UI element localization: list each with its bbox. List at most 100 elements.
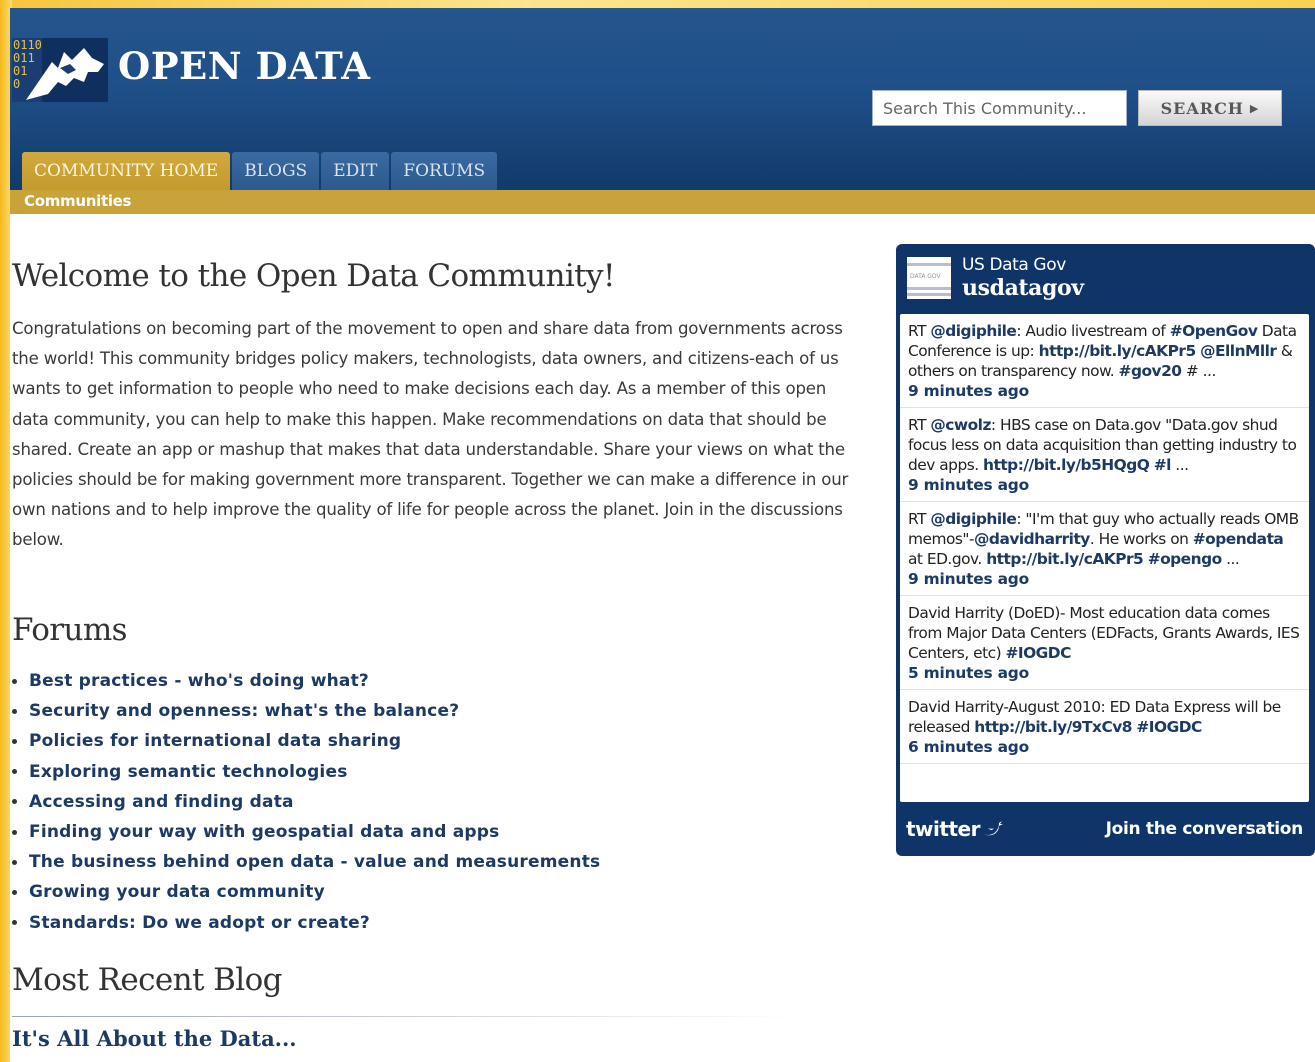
tweet-item: RT @digiphile: "I'm that guy who actuall… <box>900 502 1309 596</box>
forum-link[interactable]: Exploring semantic technologies <box>29 762 348 782</box>
forum-list-item: Best practices - who's doing what? <box>12 666 600 696</box>
tweet-text: RT <box>908 510 931 528</box>
forum-link[interactable]: Finding your way with geospatial data an… <box>29 822 499 842</box>
tweet-link[interactable]: @digiphile <box>930 322 1016 340</box>
tweet-timestamp[interactable]: 6 minutes ago <box>908 737 1301 757</box>
bullet-icon <box>12 829 17 835</box>
tweet-text: . He works on <box>1089 530 1193 548</box>
tweet-link[interactable]: @cwolz <box>930 416 991 434</box>
blog-post-link[interactable]: It's All About the Data... <box>12 1026 297 1051</box>
twitter-widget-header: DATA.GOV US Data Gov usdatagov <box>896 244 1315 312</box>
forum-list: Best practices - who's doing what? Secur… <box>12 666 600 938</box>
usdatagov-avatar[interactable]: DATA.GOV <box>907 257 951 299</box>
join-conversation-link[interactable]: Join the conversation <box>1106 819 1304 839</box>
twitter-handle[interactable]: usdatagov <box>962 275 1084 301</box>
bullet-icon <box>12 859 17 865</box>
tweet-text: at ED.gov. <box>908 550 987 568</box>
tweet-link[interactable]: #opengo <box>1148 550 1222 568</box>
bullet-icon <box>12 708 17 714</box>
forum-list-item: Standards: Do we adopt or create? <box>12 908 600 938</box>
forum-list-item: Accessing and finding data <box>12 787 600 817</box>
tweet-text: RT <box>908 416 931 434</box>
tab-blogs[interactable]: BLOGS <box>232 152 320 190</box>
tweet-item: RT @digiphile: Audio livestream of #Open… <box>900 314 1309 408</box>
welcome-title: Welcome to the Open Data Community! <box>12 258 615 294</box>
most-recent-blog-heading: Most Recent Blog <box>12 962 283 998</box>
tweet-text: : Audio livestream of <box>1016 322 1170 340</box>
forum-link[interactable]: Growing your data community <box>29 882 325 902</box>
logo-binary-line-4: 0 <box>13 77 20 91</box>
avatar-label: DATA.GOV <box>910 273 941 280</box>
forum-list-item: Exploring semantic technologies <box>12 757 600 787</box>
tweet-text: RT <box>908 322 931 340</box>
tweet-item: David Harrity-August 2010: ED Data Expre… <box>900 690 1309 764</box>
tweet-timestamp[interactable]: 9 minutes ago <box>908 475 1301 495</box>
tweet-feed[interactable]: RT @digiphile: Audio livestream of #Open… <box>900 314 1309 802</box>
bullet-icon <box>12 769 17 775</box>
forum-list-item: Security and openness: what's the balanc… <box>12 696 600 726</box>
tweet-link[interactable]: http://bit.ly/cAKPr5 <box>1039 342 1197 360</box>
tweet-link[interactable]: #IOGDC <box>1005 644 1071 662</box>
tweet-timestamp[interactable]: 9 minutes ago <box>908 569 1301 589</box>
forum-link[interactable]: Accessing and finding data <box>29 792 294 812</box>
tab-forums[interactable]: FORUMS <box>391 152 498 190</box>
tab-community-home[interactable]: COMMUNITY HOME <box>22 152 231 190</box>
tweet-text: David Harrity (DoED)- Most education dat… <box>908 604 1300 662</box>
bullet-icon <box>12 920 17 926</box>
tweet-link[interactable]: #IOGDC <box>1136 718 1202 736</box>
search-input[interactable] <box>872 90 1127 126</box>
bullet-icon <box>12 678 17 684</box>
search-button-label: SEARCH <box>1160 98 1244 118</box>
tweet-link[interactable]: http://bit.ly/cAKPr5 <box>986 550 1144 568</box>
main-nav: COMMUNITY HOME BLOGS EDIT FORUMS <box>22 152 498 190</box>
forum-list-item: Growing your data community <box>12 877 600 907</box>
blog-divider <box>12 1016 802 1017</box>
site-header: 0110 011 01 0 OPEN DATA SEARCH ▶ COMMUNI… <box>10 8 1315 190</box>
twitter-bird-icon <box>982 821 1003 836</box>
tweet-timestamp[interactable]: 9 minutes ago <box>908 381 1301 401</box>
tweet-link[interactable]: #OpenGov <box>1170 322 1258 340</box>
logo-binary-line-3: 01 <box>13 64 27 78</box>
tweet-link[interactable]: http://bit.ly/9TxCv8 <box>974 718 1132 736</box>
chevron-right-icon: ▶ <box>1249 101 1260 115</box>
tweet-link[interactable]: #gov20 <box>1119 362 1182 380</box>
sub-nav-bar: Communities <box>10 190 1315 214</box>
twitter-wordmark: twitter <box>906 817 980 841</box>
tweet-link[interactable]: @EllnMllr <box>1200 342 1277 360</box>
tweet-link[interactable]: @digiphile <box>930 510 1016 528</box>
logo-binary-line-2: 011 <box>13 51 35 65</box>
tweet-link[interactable]: @davidharrity <box>974 530 1090 548</box>
forum-link[interactable]: The business behind open data - value an… <box>29 852 600 872</box>
search-button[interactable]: SEARCH ▶ <box>1138 90 1282 126</box>
bullet-icon <box>12 889 17 895</box>
tweet-item: RT @cwolz: HBS case on Data.gov "Data.go… <box>900 408 1309 502</box>
twitter-widget: DATA.GOV US Data Gov usdatagov RT @digip… <box>896 244 1315 856</box>
welcome-text: Congratulations on becoming part of the … <box>12 319 849 550</box>
forum-list-item: Policies for international data sharing <box>12 726 600 756</box>
forum-list-item: The business behind open data - value an… <box>12 847 600 877</box>
forum-link[interactable]: Standards: Do we adopt or create? <box>29 913 370 933</box>
tweet-link[interactable]: http://bit.ly/b5HQgQ <box>983 456 1150 474</box>
page: 0110 011 01 0 OPEN DATA SEARCH ▶ COMMUNI… <box>10 8 1315 1062</box>
tweet-text: ... <box>1170 456 1189 474</box>
forums-heading: Forums <box>12 612 128 648</box>
twitter-logo[interactable]: twitter <box>906 817 1004 841</box>
twitter-widget-footer: twitter Join the conversation <box>896 804 1315 856</box>
open-data-globe-logo-icon[interactable]: 0110 011 01 0 <box>12 38 108 102</box>
tweet-text: # ... <box>1181 362 1216 380</box>
logo-binary-line-1: 0110 <box>13 38 42 52</box>
site-title[interactable]: OPEN DATA <box>118 44 370 88</box>
tweet-timestamp[interactable]: 5 minutes ago <box>908 663 1301 683</box>
twitter-account-name[interactable]: US Data Gov <box>962 255 1066 275</box>
forum-link[interactable]: Policies for international data sharing <box>29 731 401 751</box>
bullet-icon <box>12 738 17 744</box>
forum-link[interactable]: Best practices - who's doing what? <box>29 671 369 691</box>
tweet-link[interactable]: #l <box>1154 456 1172 474</box>
tweet-item: David Harrity (DoED)- Most education dat… <box>900 596 1309 690</box>
tweet-link[interactable]: #opendata <box>1193 530 1284 548</box>
tab-edit[interactable]: EDIT <box>321 152 390 190</box>
subnav-communities-link[interactable]: Communities <box>24 192 131 210</box>
forum-link[interactable]: Security and openness: what's the balanc… <box>29 701 459 721</box>
forum-list-item: Finding your way with geospatial data an… <box>12 817 600 847</box>
tweet-text: ... <box>1221 550 1240 568</box>
